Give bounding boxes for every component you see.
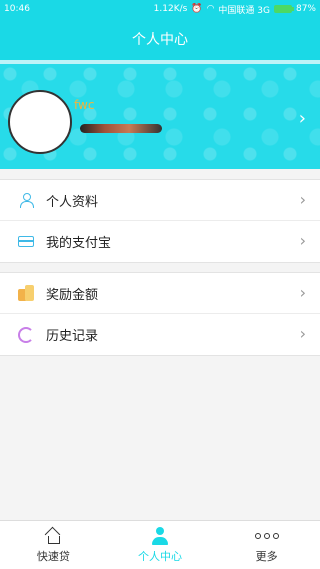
- menu-item-label: 历史记录: [46, 329, 99, 344]
- tab-personal-center[interactable]: 个人中心: [107, 521, 214, 569]
- chevron-right-icon[interactable]: ›: [299, 108, 306, 129]
- status-right: 1.12K/s ⏰ ◠ 中国联通 3G 87%: [154, 3, 316, 16]
- avatar[interactable]: [8, 90, 72, 154]
- tab-more[interactable]: 更多: [213, 521, 320, 569]
- menu-section-account: 个人资料 › 我的支付宝 ›: [0, 179, 320, 263]
- tab-label: 个人中心: [138, 550, 182, 563]
- chevron-right-icon: ›: [299, 283, 306, 302]
- alarm-icon: ⏰: [191, 4, 203, 14]
- menu-item-label: 个人资料: [46, 194, 99, 210]
- menu-item-profile[interactable]: 个人资料 ›: [0, 180, 320, 221]
- menu-section-rewards: 奖励金额 › 历史记录 ›: [0, 272, 320, 356]
- wifi-icon: ◠: [206, 4, 215, 14]
- menu-item-alipay[interactable]: 我的支付宝 ›: [0, 221, 320, 262]
- app-header: 个人中心: [0, 18, 320, 60]
- menu-item-label: 奖励金额: [46, 287, 99, 303]
- chevron-right-icon: ›: [299, 190, 306, 209]
- menu-item-label: 我的支付宝: [46, 236, 112, 251]
- card-icon: [16, 232, 36, 252]
- network-speed: 1.12K/s: [153, 4, 188, 14]
- user-icon: [16, 190, 36, 210]
- menu-item-rewards[interactable]: 奖励金额 ›: [0, 273, 320, 314]
- status-bar: 10:46 1.12K/s ⏰ ◠ 中国联通 3G 87%: [0, 0, 320, 18]
- battery-level: 87%: [295, 4, 316, 14]
- person-icon: [152, 526, 168, 546]
- tab-label: 更多: [255, 550, 278, 563]
- chevron-right-icon: ›: [299, 324, 306, 343]
- page-title: 个人中心: [132, 32, 188, 48]
- tab-label: 快速贷: [36, 550, 70, 563]
- carrier-label: 中国联通 3G: [218, 5, 270, 16]
- battery-icon: [273, 5, 294, 13]
- status-time: 10:46: [4, 4, 30, 14]
- masked-user-info: [80, 124, 162, 133]
- history-icon: [16, 325, 36, 345]
- user-name: fwc: [74, 98, 95, 112]
- menu-item-history[interactable]: 历史记录 ›: [0, 314, 320, 355]
- profile-banner[interactable]: fwc ›: [0, 60, 320, 169]
- more-icon: [254, 526, 279, 546]
- home-icon: [45, 526, 61, 546]
- tab-quick-loan[interactable]: 快速贷: [0, 521, 107, 569]
- coins-icon: [16, 283, 36, 303]
- chevron-right-icon: ›: [299, 231, 306, 250]
- bottom-tab-bar: 快速贷 个人中心 更多: [0, 520, 320, 569]
